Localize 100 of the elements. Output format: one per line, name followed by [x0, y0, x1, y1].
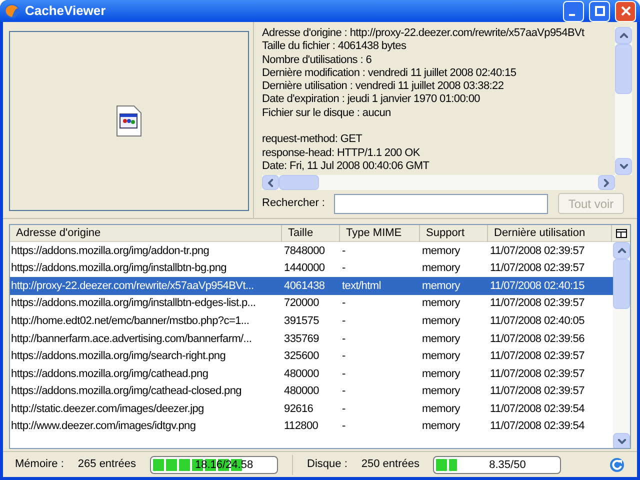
- table-cell-text: https://addons.mozilla.org/img/cathead-closed.png: [10, 384, 242, 400]
- table-cell-text: 11/07/2008 02:40:15: [489, 278, 586, 294]
- scroll-thumb[interactable]: [279, 175, 319, 190]
- table-row[interactable]: http://www.deezer.com/images/idtgv.png 112800 - memory 11/07/2008 02:39:54: [10, 418, 613, 436]
- progress-reading: 8.35/50: [488, 458, 527, 472]
- web-page-icon: [116, 105, 142, 137]
- table-row[interactable]: http://bannerfarm.ace.advertising.com/bannerfarm/... 335769 - memory 11/07/2008 02:39:56: [10, 330, 613, 348]
- table-cell-text: 480000: [283, 384, 320, 400]
- column-header[interactable]: Support: [420, 225, 488, 242]
- table-cell-text: -: [341, 314, 346, 329]
- scroll-thumb[interactable]: [615, 44, 632, 94]
- column-header[interactable]: Type MIME: [340, 225, 420, 242]
- minimize-button[interactable]: [563, 0, 584, 22]
- memory-entries: 265 entrées: [78, 457, 136, 472]
- scroll-right-button[interactable]: [598, 175, 615, 190]
- table-cell-text: http://www.deezer.com/images/idtgv.png: [10, 419, 197, 434]
- table-cell-text: http://proxy-22.deezer.com/rewrite/x57aaVp954BVt...: [10, 278, 255, 294]
- details-line: Taille du fichier : 4061438 bytes: [262, 40, 408, 54]
- details-line: Nombre d'utilisations : 6: [262, 54, 373, 67]
- close-button[interactable]: [615, 0, 636, 22]
- table-cell-text: -: [341, 261, 346, 276]
- table-cell-text: https://addons.mozilla.org/img/installbtn-edges-list.p...: [10, 296, 257, 312]
- table-cell-text: 11/07/2008 02:39:57: [489, 366, 586, 382]
- table-row[interactable]: https://addons.mozilla.org/img/cathead.png 480000 - memory 11/07/2008 02:39:57: [10, 365, 613, 383]
- search-label: Rechercher :: [262, 196, 326, 212]
- table-cell-text: memory: [421, 419, 462, 434]
- table-cell-text: memory: [421, 366, 462, 382]
- details-line: Fichier sur le disque : aucun: [262, 106, 392, 120]
- table-cell-text: 720000: [283, 296, 320, 312]
- scrollbar[interactable]: [615, 27, 632, 175]
- table-cell-text: 335769: [283, 332, 320, 347]
- column-header[interactable]: Adresse d'origine: [10, 225, 282, 242]
- minimize-icon: [569, 14, 575, 16]
- scroll-thumb[interactable]: [613, 259, 630, 309]
- table-cell-text: http://bannerfarm.ace.advertising.com/bannerfarm/...: [10, 332, 253, 347]
- table-cell-text: -: [341, 244, 346, 259]
- table-cell-text: memory: [421, 332, 462, 347]
- table-cell-text: https://addons.mozilla.org/img/addon-tr.png: [10, 244, 210, 259]
- maximize-button[interactable]: [589, 0, 610, 22]
- table-icon: [616, 228, 626, 238]
- window-title: CacheViewer: [25, 2, 107, 20]
- table-cell-text: -: [341, 419, 346, 434]
- search-field[interactable]: [334, 194, 548, 214]
- scroll-down-button[interactable]: [613, 433, 630, 448]
- scroll-up-button[interactable]: [613, 242, 630, 259]
- header-line: response-head: HTTP/1.1 200 OK: [262, 146, 421, 160]
- header-line: request-method: GET: [262, 133, 364, 147]
- disk-entries: 250 entrées: [361, 457, 420, 472]
- table-cell-text: text/html: [341, 278, 382, 294]
- table-cell-text: 11/07/2008 02:39:54: [489, 402, 586, 417]
- table-cell-text: 4061438: [283, 278, 326, 294]
- table-row[interactable]: https://addons.mozilla.org/img/cathead-closed.png 480000 - memory 11/07/2008 02:39:57: [10, 382, 613, 400]
- details-line: Dernière modification : vendredi 11 juillet 2008 02:40:15: [262, 66, 518, 80]
- details-line: Adresse d'origine : http://proxy-22.deezer.com/rewrite/x57aaVp954BVt: [262, 27, 586, 40]
- table-cell-text: -: [341, 332, 346, 347]
- details-line: Date d'expiration : jeudi 1 janvier 1970 01:00:00: [262, 93, 481, 107]
- table-cell-text: 11/07/2008 02:40:05: [489, 314, 586, 329]
- table-cell-text: memory: [421, 349, 462, 364]
- table-cell-text: 11/07/2008 02:39:57: [489, 384, 586, 400]
- table-row[interactable]: http://home.edt02.net/emc/banner/mstbo.php?c=1... 391575 - memory 11/07/2008 02:40:05: [10, 312, 613, 330]
- table-row[interactable]: http://proxy-22.deezer.com/rewrite/x57aaVp954BVt... 4061438 text/html memory 11/07/2008 02:40:15: [10, 277, 613, 295]
- table-cell-text: memory: [421, 402, 462, 417]
- table-cell-text: 11/07/2008 02:39:57: [489, 296, 586, 312]
- scroll-down-button[interactable]: [615, 158, 632, 175]
- table-cell-text: memory: [421, 314, 462, 329]
- scroll-left-button[interactable]: [262, 175, 279, 190]
- details-line: Dernière utilisation : vendredi 11 juillet 2008 03:38:22: [262, 80, 505, 94]
- maximize-icon: [594, 6, 604, 16]
- table-cell-text: -: [341, 402, 346, 417]
- header-line: Date: Fri, 11 Jul 2008 00:40:06 GMT: [262, 160, 430, 174]
- table-cell-text: memory: [421, 278, 462, 294]
- horizontal-scrollbar[interactable]: [262, 175, 615, 190]
- table-cell-text: 92616: [283, 402, 314, 417]
- table-cell-text: -: [341, 296, 346, 312]
- scrollbar[interactable]: [613, 242, 630, 448]
- table-row[interactable]: https://addons.mozilla.org/img/addon-tr.png 7848000 - memory 11/07/2008 02:39:57: [10, 242, 613, 260]
- scroll-up-button[interactable]: [615, 27, 632, 44]
- table-cell-text: -: [341, 349, 346, 364]
- table-cell-text: 11/07/2008 02:39:54: [489, 419, 586, 434]
- table-cell-text: -: [341, 366, 346, 382]
- table-row[interactable]: https://addons.mozilla.org/img/installbtn-edges-list.p... 720000 - memory 11/07/2008 02:39:57: [10, 294, 613, 312]
- globe-icon: [4, 3, 20, 19]
- refresh-icon[interactable]: [609, 456, 625, 472]
- table-cell-text: memory: [421, 244, 462, 259]
- table-cell-text: 391575: [283, 314, 320, 329]
- table-cell-text: https://addons.mozilla.org/img/cathead.png: [10, 366, 210, 382]
- table-row[interactable]: https://addons.mozilla.org/img/search-right.png 325600 - memory 11/07/2008 02:39:57: [10, 348, 613, 366]
- table-cell-text: 11/07/2008 02:39:57: [489, 244, 586, 259]
- column-header[interactable]: Taille: [282, 225, 340, 242]
- table-cell-text: 7848000: [283, 244, 326, 259]
- table-row[interactable]: https://addons.mozilla.org/img/installbtn-bg.png 1440000 - memory 11/07/2008 02:39:57: [10, 260, 613, 278]
- table-cell-text: 11/07/2008 02:39:57: [489, 261, 586, 276]
- table-cell-text: 112800: [283, 419, 320, 434]
- table-cell-text: 325600: [283, 349, 320, 364]
- column-header[interactable]: Dernière utilisation: [488, 225, 612, 242]
- table-row[interactable]: http://static.deezer.com/images/deezer.jpg 92616 - memory 11/07/2008 02:39:54: [10, 400, 613, 418]
- table-cell-text: http://static.deezer.com/images/deezer.jpg: [10, 402, 205, 417]
- table-cell-text: 1440000: [283, 261, 326, 276]
- table-cell-text: https://addons.mozilla.org/img/search-right.png: [10, 349, 227, 364]
- disk-label: Disque :: [307, 457, 348, 472]
